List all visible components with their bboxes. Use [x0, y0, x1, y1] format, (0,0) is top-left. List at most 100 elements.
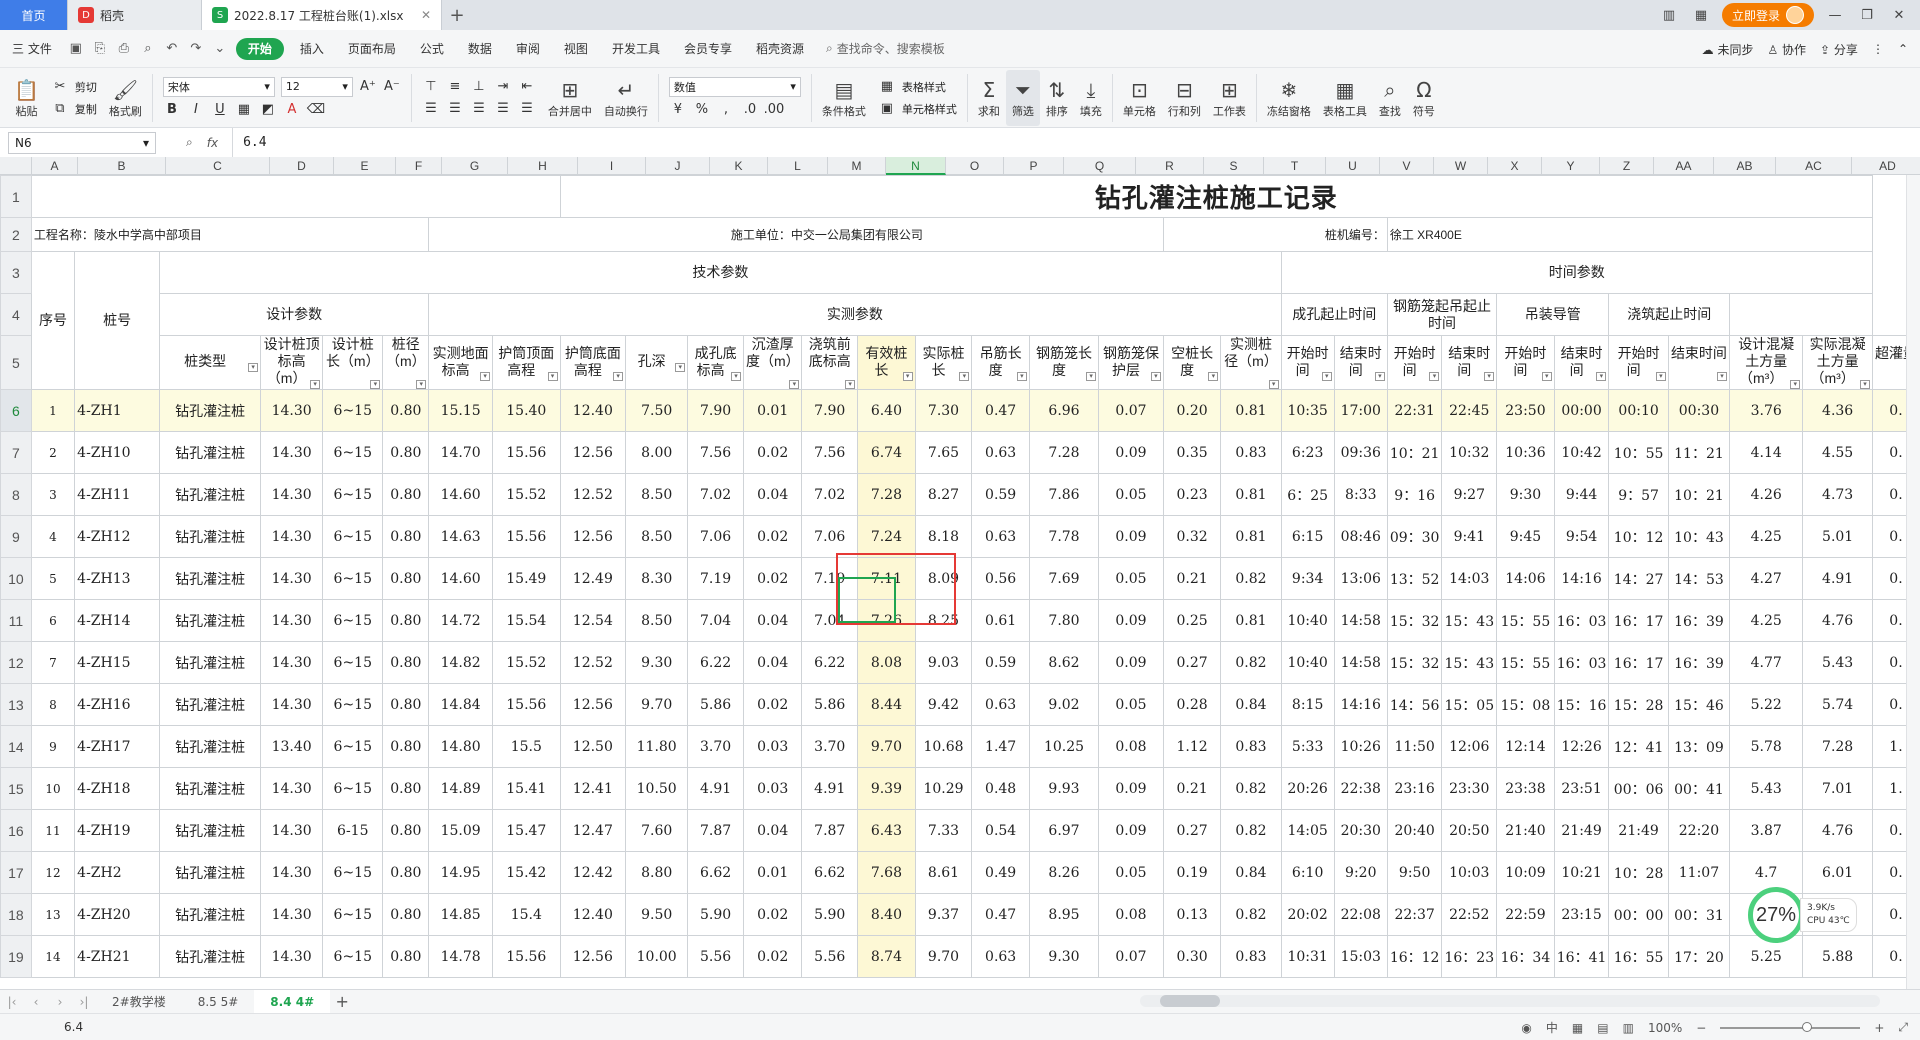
italic-icon[interactable]: I: [187, 101, 205, 119]
table-cell[interactable]: 16：03: [1553, 641, 1610, 684]
table-cell[interactable]: 8.00: [625, 431, 689, 474]
table-cell[interactable]: 6~15: [322, 851, 384, 894]
table-cell[interactable]: 0.32: [1162, 515, 1222, 558]
table-cell[interactable]: 4-ZH15: [74, 641, 161, 684]
table-cell[interactable]: 15：46: [1667, 683, 1731, 726]
name-box[interactable]: N6 ▾: [8, 131, 156, 154]
row-header[interactable]: 18: [0, 893, 32, 936]
table-cell[interactable]: 0.63: [971, 935, 1030, 978]
table-cell[interactable]: 0.09: [1098, 599, 1164, 642]
table-cell[interactable]: 9.50: [625, 893, 689, 936]
table-cell[interactable]: 0.80: [382, 431, 430, 474]
table-cell[interactable]: 0.08: [1098, 725, 1164, 768]
share-button[interactable]: ⇪ 分享: [1820, 41, 1858, 58]
table-cell[interactable]: 7.28: [1028, 431, 1100, 474]
wrap-text-button[interactable]: ↵ 自动换行: [598, 70, 654, 126]
table-cell[interactable]: 14：53: [1667, 557, 1731, 600]
table-cell[interactable]: 0.02: [742, 431, 803, 474]
table-cell[interactable]: 16：55: [1608, 935, 1669, 978]
menu-item-page-layout[interactable]: 页面布局: [336, 30, 408, 68]
table-cell[interactable]: 0.80: [382, 599, 430, 642]
table-cell[interactable]: 8.26: [1028, 851, 1100, 894]
table-cell[interactable]: 5.56: [801, 935, 859, 978]
table-cell[interactable]: 14.30: [260, 893, 324, 936]
table-cell[interactable]: 6.43: [857, 809, 916, 852]
table-cell[interactable]: 7.87: [801, 809, 859, 852]
table-cell[interactable]: 0.13: [1162, 893, 1222, 936]
table-cell[interactable]: 0.63: [971, 515, 1030, 558]
cpu-monitor-widget[interactable]: 27% 3.9K/s CPU 43℃: [1748, 886, 1866, 944]
filter-dropdown-icon[interactable]: ▾: [675, 363, 686, 372]
column-header[interactable]: K: [710, 157, 768, 175]
column-header[interactable]: W: [1434, 157, 1488, 175]
table-cell[interactable]: 0.59: [971, 473, 1030, 516]
filter-dropdown-icon[interactable]: ▾: [1655, 371, 1666, 381]
table-cell[interactable]: 15：32: [1386, 599, 1443, 642]
table-cell[interactable]: 7.26: [857, 599, 916, 642]
filter-dropdown-icon[interactable]: ▾: [1790, 380, 1801, 389]
table-cell[interactable]: 6.74: [857, 431, 916, 474]
table-cell[interactable]: 5.78: [1729, 725, 1804, 768]
table-cell[interactable]: 14：27: [1608, 557, 1669, 600]
row-header[interactable]: 14: [0, 725, 32, 768]
table-cell[interactable]: 14.30: [260, 851, 324, 894]
table-cell[interactable]: 7: [30, 641, 76, 684]
table-cell[interactable]: 10：43: [1667, 515, 1731, 558]
table-cell[interactable]: 0.01: [742, 851, 803, 894]
zoom-in-icon[interactable]: +: [1874, 1021, 1884, 1035]
filter-dropdown-icon[interactable]: ▾: [480, 371, 491, 381]
table-cell[interactable]: 10.68: [914, 725, 973, 768]
table-cell[interactable]: 6~15: [322, 725, 384, 768]
column-title-cell[interactable]: 实测地面标高 ▾: [428, 335, 494, 390]
table-cell[interactable]: 8.18: [914, 515, 973, 558]
table-cell[interactable]: 22:37: [1386, 893, 1443, 936]
table-cell[interactable]: 4-ZH13: [74, 557, 161, 600]
column-title-cell[interactable]: 设计桩顶标高（m） ▾: [260, 335, 324, 390]
row-header[interactable]: 12: [0, 641, 32, 684]
table-cell[interactable]: 7.19: [801, 557, 859, 600]
table-cell[interactable]: 14.30: [260, 809, 324, 852]
table-tools-button[interactable]: ▦ 表格工具: [1317, 70, 1373, 126]
table-cell[interactable]: 6.96: [1028, 389, 1100, 432]
table-cell[interactable]: 23:51: [1553, 767, 1610, 810]
table-cell[interactable]: 5.74: [1802, 683, 1873, 726]
table-cell[interactable]: 12.52: [559, 473, 627, 516]
table-cell[interactable]: 00：06: [1608, 767, 1669, 810]
table-cell[interactable]: 12.40: [559, 893, 627, 936]
table-cell[interactable]: 7.56: [801, 431, 859, 474]
table-cell[interactable]: 8.61: [914, 851, 973, 894]
table-cell[interactable]: 4-ZH20: [74, 893, 161, 936]
column-title-cell[interactable]: 实际混凝土方量（m³） ▾: [1802, 335, 1873, 390]
column-header[interactable]: D: [270, 157, 334, 175]
table-cell[interactable]: 0.47: [971, 893, 1030, 936]
table-cell[interactable]: 5.86: [801, 683, 859, 726]
table-cell[interactable]: 0.02: [742, 683, 803, 726]
sheet-tab-active[interactable]: 8.4 4#: [254, 989, 331, 1014]
table-cell[interactable]: 9.37: [914, 893, 973, 936]
table-cell[interactable]: 10：55: [1608, 431, 1669, 474]
table-cell[interactable]: 0.02: [742, 557, 803, 600]
column-title-cell[interactable]: 空桩长度 ▾: [1162, 335, 1222, 390]
column-header[interactable]: R: [1136, 157, 1204, 175]
table-cell[interactable]: 15.41: [492, 767, 561, 810]
table-cell[interactable]: 6.97: [1028, 809, 1100, 852]
column-header[interactable]: Z: [1600, 157, 1654, 175]
filter-dropdown-icon[interactable]: ▾: [1208, 371, 1219, 381]
menu-item-developer[interactable]: 开发工具: [600, 30, 672, 68]
row-header[interactable]: 4: [0, 293, 32, 336]
table-cell[interactable]: 9：16: [1386, 473, 1443, 516]
table-cell[interactable]: 7.56: [687, 431, 744, 474]
table-cell[interactable]: 6~15: [322, 935, 384, 978]
fill-color-icon[interactable]: ◩: [259, 101, 277, 119]
table-cell[interactable]: 12.56: [559, 683, 627, 726]
align-middle-icon[interactable]: ≡: [446, 78, 464, 96]
undo-icon[interactable]: ↶: [163, 40, 181, 58]
column-title-cell[interactable]: 结束时间 ▾: [1667, 335, 1731, 390]
table-cell[interactable]: 0.48: [971, 767, 1030, 810]
table-cell[interactable]: 4-ZH21: [74, 935, 161, 978]
zoom-level[interactable]: 100%: [1648, 1021, 1682, 1035]
column-header[interactable]: M: [828, 157, 886, 175]
decrease-decimal-icon[interactable]: .00: [764, 101, 785, 119]
table-cell[interactable]: 16：34: [1496, 935, 1555, 978]
table-cell[interactable]: 12：41: [1608, 725, 1669, 768]
